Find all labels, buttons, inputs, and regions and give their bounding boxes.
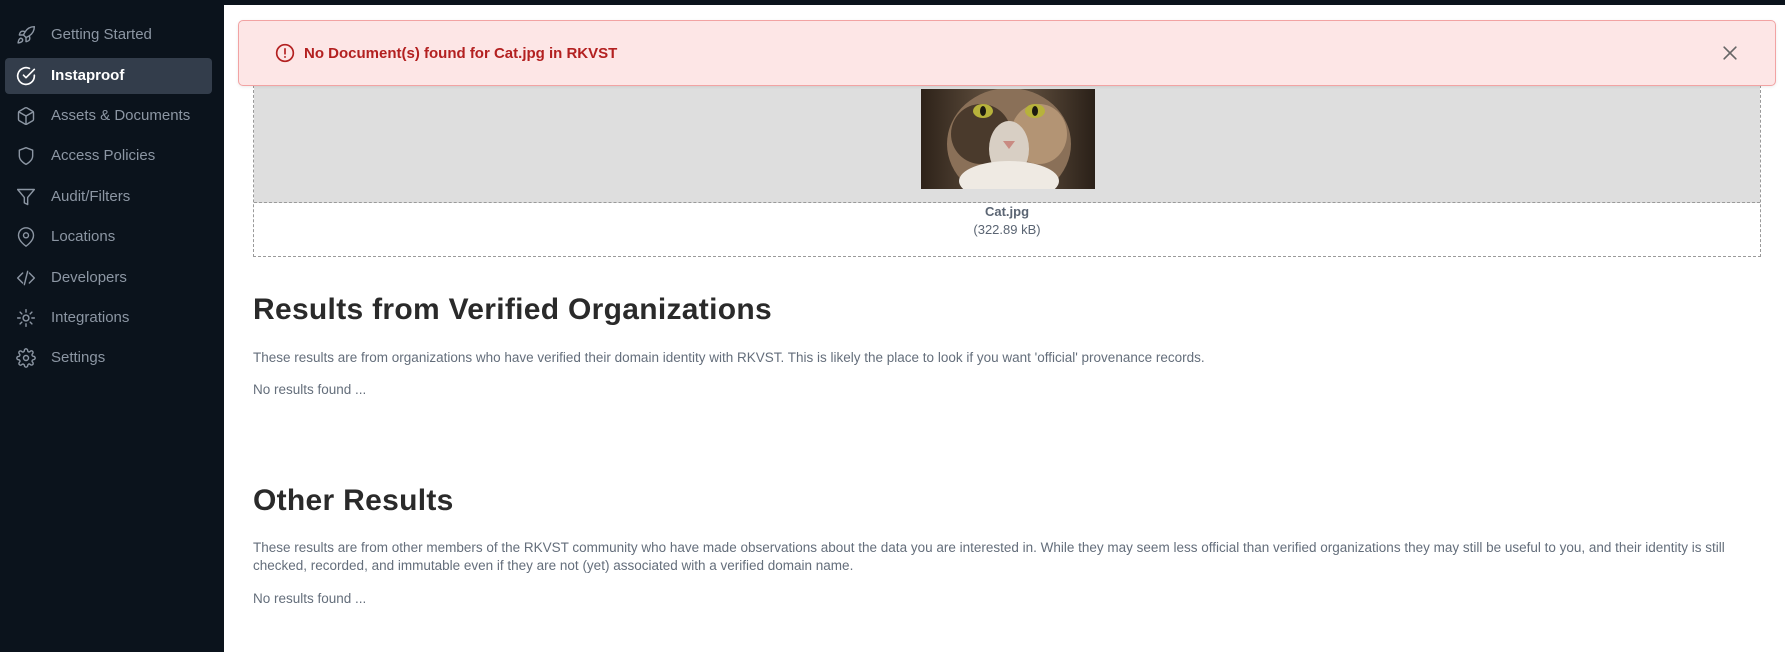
- sidebar-item-label: Integrations: [51, 309, 130, 326]
- sidebar-item-audit-filters[interactable]: Audit/Filters: [5, 179, 212, 215]
- filter-icon: [16, 187, 36, 207]
- error-alert: No Document(s) found for Cat.jpg in RKVS…: [238, 20, 1776, 86]
- sidebar-item-settings[interactable]: Settings: [5, 340, 212, 376]
- sidebar-item-integrations[interactable]: Integrations: [5, 300, 212, 336]
- sidebar-item-label: Audit/Filters: [51, 188, 131, 205]
- alert-message: No Document(s) found for Cat.jpg in RKVS…: [304, 45, 618, 62]
- sidebar-item-access-policies[interactable]: Access Policies: [5, 138, 212, 174]
- box-icon: [16, 106, 36, 126]
- gear-icon: [16, 348, 36, 368]
- verified-results-heading: Results from Verified Organizations: [253, 293, 772, 326]
- sidebar-item-label: Getting Started: [51, 26, 152, 43]
- rocket-icon: [16, 25, 36, 45]
- other-no-results: No results found ...: [253, 591, 367, 606]
- cat-image-thumbnail: [921, 89, 1095, 189]
- code-icon: [16, 268, 36, 288]
- sidebar-item-label: Locations: [51, 228, 116, 245]
- map-pin-icon: [16, 227, 36, 247]
- sidebar-item-locations[interactable]: Locations: [5, 219, 212, 255]
- other-results-heading: Other Results: [253, 484, 454, 517]
- check-circle-icon: [16, 66, 36, 86]
- verified-no-results: No results found ...: [253, 382, 367, 397]
- file-size: (322.89 kB): [973, 222, 1041, 237]
- sidebar-item-label: Settings: [51, 349, 106, 366]
- sidebar-item-assets-documents[interactable]: Assets & Documents: [5, 98, 212, 134]
- sidebar-item-developers[interactable]: Developers: [5, 260, 212, 296]
- verified-results-description: These results are from organizations who…: [253, 350, 1205, 365]
- other-results-description: These results are from other members of …: [253, 540, 1725, 573]
- sidebar-item-label: Instaproof: [51, 67, 125, 84]
- sidebar: Getting Started Instaproof Assets & Docu…: [0, 0, 224, 652]
- sidebar-item-instaproof[interactable]: Instaproof: [5, 58, 212, 94]
- sidebar-item-getting-started[interactable]: Getting Started: [5, 17, 212, 53]
- integration-gear-icon: [16, 308, 36, 328]
- file-preview: [254, 81, 1760, 203]
- sidebar-item-label: Access Policies: [51, 147, 156, 164]
- close-icon[interactable]: [1720, 43, 1740, 63]
- sidebar-item-label: Developers: [51, 269, 127, 286]
- sidebar-item-label: Assets & Documents: [51, 107, 191, 124]
- top-bar: [224, 0, 1785, 5]
- shield-icon: [16, 146, 36, 166]
- file-dropzone[interactable]: Cat.jpg (322.89 kB): [253, 80, 1761, 257]
- alert-circle-icon: [275, 43, 295, 63]
- file-name: Cat.jpg: [984, 204, 1030, 219]
